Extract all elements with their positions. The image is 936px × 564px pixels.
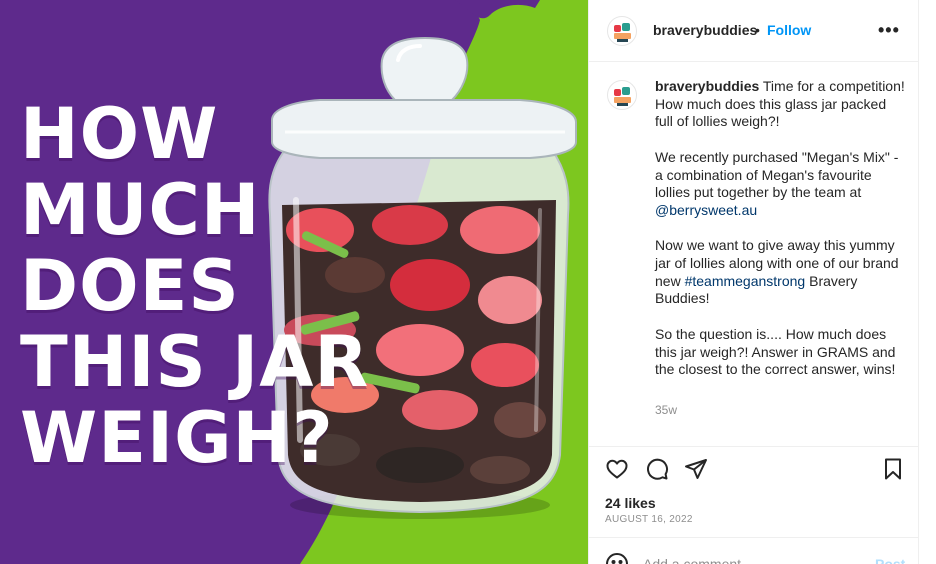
caption: braverybuddies Time for a competition! H…: [589, 62, 919, 442]
bookmark-icon[interactable]: [881, 457, 907, 483]
follow-button[interactable]: Follow: [767, 22, 811, 38]
post-header: braverybuddies • Follow •••: [589, 0, 919, 62]
avatar[interactable]: [607, 80, 637, 110]
likes-count[interactable]: 24 likes: [605, 495, 656, 511]
caption-para2: We recently purchased "Megan's Mix" - a …: [655, 148, 899, 201]
headline-line: MUCH: [20, 169, 261, 251]
caption-para4: So the question is.... How much does thi…: [655, 325, 896, 378]
post-side-panel: braverybuddies • Follow ••• braverybuddi…: [588, 0, 919, 564]
headline-line: THIS JAR: [20, 321, 370, 403]
image-headline: HOW MUCH DOES THIS JAR WEIGH?: [20, 96, 380, 476]
header-username[interactable]: braverybuddies: [653, 22, 757, 38]
post-date: AUGUST 16, 2022: [605, 514, 693, 525]
comment-bar: Post: [589, 537, 919, 564]
hashtag-link[interactable]: #teammeganstrong: [685, 273, 806, 289]
page-gutter: [918, 0, 936, 564]
caption-text: braverybuddies Time for a competition! H…: [655, 78, 905, 379]
separator-dot: •: [755, 22, 760, 38]
caption-username[interactable]: braverybuddies: [655, 78, 759, 94]
instagram-post: HOW MUCH DOES THIS JAR WEIGH? braverybud…: [0, 0, 936, 564]
avatar[interactable]: [607, 16, 637, 46]
more-horizontal-icon[interactable]: •••: [878, 20, 900, 41]
headline-line: WEIGH?: [20, 397, 334, 479]
post-image[interactable]: HOW MUCH DOES THIS JAR WEIGH?: [0, 0, 588, 564]
headline-line: DOES: [20, 245, 240, 327]
send-icon[interactable]: [684, 457, 710, 483]
emoji-icon[interactable]: [605, 552, 629, 564]
post-comment-button[interactable]: Post: [875, 556, 905, 564]
headline-line: HOW: [20, 93, 219, 175]
action-bar: [589, 446, 919, 488]
heart-icon[interactable]: [605, 457, 631, 483]
comment-input[interactable]: [643, 556, 853, 564]
mention-link[interactable]: @berrysweet.au: [655, 202, 757, 218]
post-time[interactable]: 35w: [655, 403, 677, 417]
comment-icon[interactable]: [645, 457, 671, 483]
